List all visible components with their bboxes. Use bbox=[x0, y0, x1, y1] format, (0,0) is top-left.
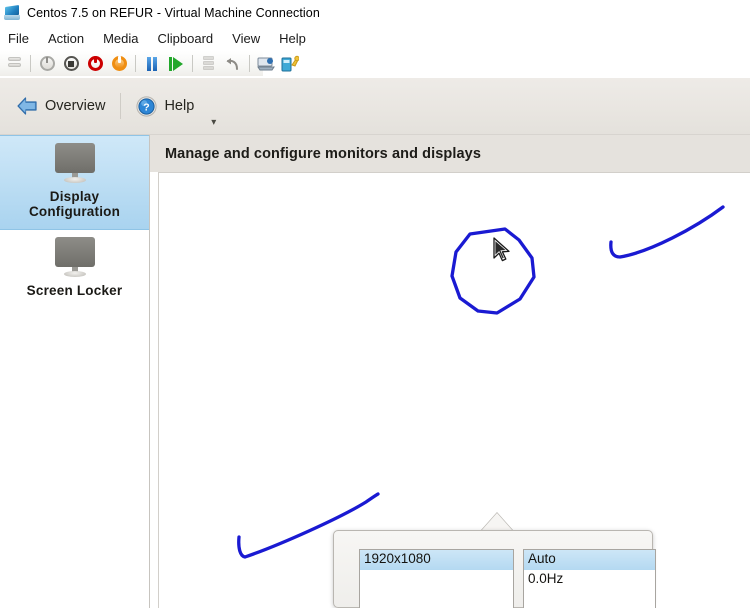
power-off-icon[interactable] bbox=[36, 53, 58, 75]
resume-icon[interactable] bbox=[165, 53, 187, 75]
resolution-listbox[interactable]: 1920x1080 bbox=[359, 549, 514, 608]
list-item[interactable]: 1920x1080 bbox=[360, 550, 513, 570]
menu-action[interactable]: Action bbox=[39, 29, 94, 48]
sidebar-item-label: Screen Locker bbox=[26, 282, 123, 298]
title-bar: Centos 7.5 on REFUR - Virtual Machine Co… bbox=[0, 0, 750, 25]
server-icon[interactable] bbox=[3, 53, 25, 75]
sidebar-item-display-configuration[interactable]: Display Configuration bbox=[0, 135, 149, 230]
enhanced-session-icon[interactable] bbox=[255, 53, 277, 75]
back-arrow-icon bbox=[16, 96, 38, 116]
page-title: Manage and configure monitors and displa… bbox=[165, 145, 481, 162]
refresh-rate-listbox[interactable]: Auto 0.0Hz bbox=[523, 549, 656, 608]
chevron-down-icon[interactable]: ▾ bbox=[211, 117, 216, 134]
key-combination-icon[interactable] bbox=[279, 53, 301, 75]
toolbar-separator bbox=[249, 55, 250, 72]
revert-icon[interactable] bbox=[222, 53, 244, 75]
help-button[interactable]: ? Help bbox=[128, 92, 202, 121]
content-header: Manage and configure monitors and displa… bbox=[150, 135, 750, 172]
sidebar-item-label: Display Configuration bbox=[28, 189, 121, 220]
sidebar-item-screen-locker[interactable]: Screen Locker bbox=[0, 230, 149, 307]
monitor-dark-icon bbox=[51, 236, 99, 279]
menu-clipboard[interactable]: Clipboard bbox=[149, 29, 224, 48]
guest-screen: Overview ? Help ▾ Display Configuration … bbox=[0, 78, 750, 608]
menu-bar: File Action Media Clipboard View Help bbox=[0, 25, 750, 51]
vm-connection-window: Centos 7.5 on REFUR - Virtual Machine Co… bbox=[0, 0, 750, 608]
shut-down-icon[interactable] bbox=[60, 53, 82, 75]
popup-pointer bbox=[481, 513, 513, 531]
vm-toolbar bbox=[0, 51, 750, 78]
kcm-toolbar: Overview ? Help ▾ bbox=[0, 78, 750, 135]
toolbar-separator bbox=[135, 55, 136, 72]
overview-label: Overview bbox=[45, 98, 106, 114]
checkpoint-icon[interactable] bbox=[198, 53, 220, 75]
help-label: Help bbox=[164, 98, 195, 114]
svg-text:?: ? bbox=[144, 101, 150, 113]
list-item[interactable]: 0.0Hz bbox=[524, 570, 655, 590]
toolbar-separator bbox=[120, 93, 122, 119]
reset-icon[interactable] bbox=[84, 53, 106, 75]
window-title: Centos 7.5 on REFUR - Virtual Machine Co… bbox=[27, 5, 320, 20]
pause-icon[interactable] bbox=[141, 53, 163, 75]
menu-media[interactable]: Media bbox=[94, 29, 148, 48]
menu-help[interactable]: Help bbox=[270, 29, 316, 48]
virtual-machine-icon bbox=[4, 4, 21, 21]
toolbar-separator bbox=[192, 55, 193, 72]
start-power-icon[interactable] bbox=[108, 53, 130, 75]
module-sidebar: Display Configuration Screen Locker bbox=[0, 135, 150, 608]
menu-file[interactable]: File bbox=[6, 29, 39, 48]
help-question-icon: ? bbox=[136, 95, 158, 117]
list-item[interactable]: Auto bbox=[524, 550, 655, 570]
monitor-blue-icon bbox=[51, 143, 99, 185]
menu-view[interactable]: View bbox=[223, 29, 270, 48]
overview-button[interactable]: Overview bbox=[8, 92, 113, 120]
toolbar-separator bbox=[30, 55, 31, 72]
resolution-popup: 1920x1080 Auto 0.0Hz bbox=[333, 530, 656, 608]
